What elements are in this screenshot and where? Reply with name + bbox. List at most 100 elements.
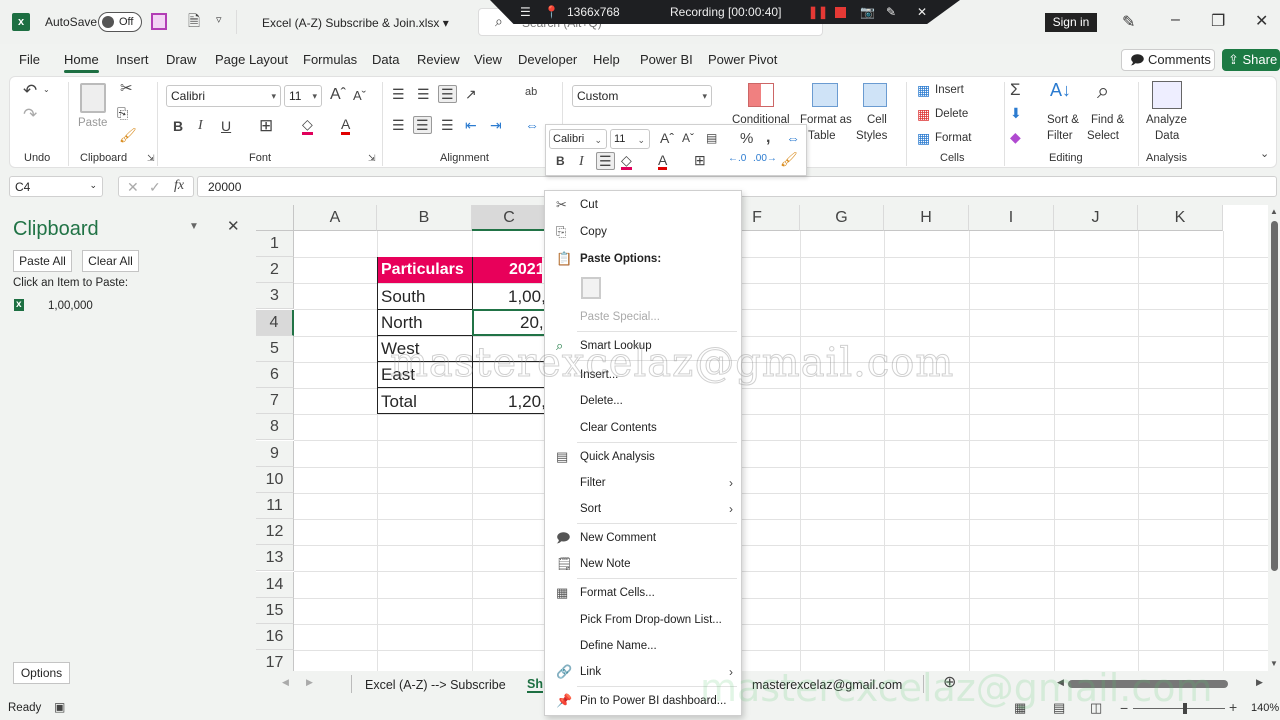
undo-dropdown-icon[interactable]: ⌄ bbox=[43, 86, 50, 94]
menu-item-pin-power-bi[interactable]: 📌 Pin to Power BI dashboard... bbox=[545, 689, 741, 713]
select-all-corner[interactable] bbox=[256, 205, 294, 231]
tab-help[interactable]: Help bbox=[593, 52, 620, 67]
zoom-slider[interactable] bbox=[1133, 708, 1225, 709]
table-cell[interactable]: Total bbox=[377, 389, 421, 415]
merge-center-icon[interactable]: ⇔ bbox=[525, 118, 539, 132]
sheet-tab-subscribe[interactable]: Excel (A-Z) --> Subscribe bbox=[365, 678, 506, 692]
worksheet-grid[interactable]: ABCDEFGHIJK 1234567891011121314151617 Pa… bbox=[256, 205, 1268, 671]
orientation-icon[interactable]: ↗ bbox=[465, 87, 477, 101]
close-icon[interactable]: ✕ bbox=[1255, 11, 1268, 31]
mini-font-color-icon[interactable]: A bbox=[658, 153, 668, 170]
save-icon[interactable] bbox=[151, 13, 167, 30]
delete-cells-icon[interactable]: ▦ bbox=[917, 107, 930, 121]
name-box[interactable]: C4 ⌄ bbox=[9, 176, 103, 197]
row-header[interactable]: 4 bbox=[256, 309, 294, 336]
sheet-tab-email[interactable]: masterexcelaz@gmail.com bbox=[752, 678, 902, 692]
mini-borders-icon[interactable]: ⊞ bbox=[694, 153, 706, 167]
font-name-combo[interactable]: Calibri ▾ bbox=[166, 85, 281, 107]
paste-all-button[interactable]: Paste All bbox=[13, 250, 72, 272]
stop-icon[interactable] bbox=[835, 7, 846, 18]
zoom-slider-thumb[interactable] bbox=[1183, 703, 1187, 714]
scroll-down-icon[interactable]: ▼ bbox=[1270, 659, 1278, 668]
mini-font-size[interactable]: 11 ⌄ bbox=[610, 129, 650, 149]
menu-item-copy[interactable]: ⎘ Copy bbox=[545, 220, 741, 244]
row-header[interactable]: 16 bbox=[256, 624, 294, 650]
paste-option-icon[interactable] bbox=[581, 277, 601, 299]
paste-icon[interactable] bbox=[80, 83, 106, 113]
cut-icon[interactable]: ✂ bbox=[120, 81, 133, 96]
hscroll-right-icon[interactable]: ▶ bbox=[1256, 678, 1263, 687]
tab-insert[interactable]: Insert bbox=[116, 52, 149, 67]
row-header[interactable]: 2 bbox=[256, 257, 294, 284]
row-header[interactable]: 11 bbox=[256, 493, 294, 519]
row-header[interactable]: 17 bbox=[256, 650, 294, 671]
tab-page-layout[interactable]: Page Layout bbox=[215, 52, 288, 67]
find-select-button[interactable]: Find & bbox=[1091, 113, 1124, 127]
font-launcher-icon[interactable]: ⇲ bbox=[368, 154, 376, 163]
row-header[interactable]: 15 bbox=[256, 597, 294, 624]
row-header[interactable]: 13 bbox=[256, 545, 294, 572]
row-header[interactable]: 14 bbox=[256, 571, 294, 598]
menu-item-paste-special[interactable]: Paste Special... bbox=[545, 305, 741, 329]
sheet-prev-icon[interactable]: ◀ bbox=[282, 678, 289, 687]
menu-item-clear-contents[interactable]: Clear Contents bbox=[545, 416, 741, 440]
column-header[interactable]: B bbox=[377, 205, 472, 231]
recorder-close-icon[interactable]: ✕ bbox=[917, 5, 927, 19]
column-header[interactable]: H bbox=[884, 205, 969, 231]
table-cell[interactable]: 1,20, bbox=[504, 389, 550, 415]
mini-increase-decimal-icon[interactable]: ←.0 bbox=[728, 154, 746, 164]
row-header[interactable]: 12 bbox=[256, 519, 294, 546]
enter-icon[interactable]: ✓ bbox=[149, 180, 161, 194]
sheet-next-icon[interactable]: ▶ bbox=[306, 678, 313, 687]
menu-item-smart-lookup[interactable]: ⌕ Smart Lookup bbox=[545, 334, 741, 358]
menu-item-define-name[interactable]: Define Name... bbox=[545, 634, 741, 658]
menu-item-link[interactable]: 🔗 Link › bbox=[545, 660, 741, 684]
delete-button[interactable]: Delete bbox=[935, 107, 968, 121]
format-painter-icon[interactable]: 🖌 bbox=[119, 128, 137, 142]
scroll-up-icon[interactable]: ▲ bbox=[1270, 207, 1278, 216]
column-header[interactable]: C bbox=[472, 205, 547, 231]
autosave-toggle[interactable]: Off bbox=[98, 12, 142, 32]
mini-bold-icon[interactable]: B bbox=[556, 155, 565, 167]
find-icon[interactable]: ⌕ bbox=[1097, 80, 1109, 102]
document-title[interactable]: Excel (A-Z) Subscribe & Join.xlsx ▾ bbox=[262, 16, 449, 30]
row-header[interactable]: 8 bbox=[256, 414, 294, 441]
analyze-data-icon[interactable] bbox=[1152, 81, 1182, 109]
menu-item-delete[interactable]: Delete... bbox=[545, 389, 741, 413]
analyze-data-button[interactable]: Analyze bbox=[1146, 113, 1187, 127]
comments-button[interactable]: 🗩 Comments bbox=[1121, 49, 1215, 71]
sign-in-button[interactable]: Sign in bbox=[1045, 13, 1097, 32]
mini-merge-icon[interactable]: ⇔ bbox=[786, 131, 800, 145]
pane-close-icon[interactable]: ✕ bbox=[227, 219, 240, 234]
tab-power-pivot[interactable]: Power Pivot bbox=[708, 52, 777, 67]
accessibility-icon[interactable]: ▣ bbox=[54, 701, 65, 713]
insert-cells-icon[interactable]: ▦ bbox=[917, 83, 930, 97]
zoom-in-icon[interactable]: + bbox=[1229, 700, 1237, 714]
mini-increase-font-icon[interactable]: Aˆ bbox=[660, 131, 674, 145]
menu-item-pick-dropdown[interactable]: Pick From Drop-down List... bbox=[545, 608, 741, 632]
menu-item-filter[interactable]: Filter › bbox=[545, 471, 741, 495]
row-header[interactable]: 6 bbox=[256, 362, 294, 388]
format-cells-icon[interactable]: ▦ bbox=[917, 131, 930, 145]
camera-icon[interactable]: 📷 bbox=[860, 5, 875, 19]
cell-styles-button[interactable]: Cell bbox=[867, 113, 887, 127]
mini-percent-icon[interactable]: % bbox=[740, 131, 753, 146]
zoom-level[interactable]: 140% bbox=[1251, 702, 1279, 714]
table-cell[interactable]: North bbox=[377, 310, 427, 336]
normal-view-icon[interactable]: ▦ bbox=[1014, 701, 1026, 714]
table-cell[interactable]: West bbox=[377, 336, 423, 362]
mini-decrease-font-icon[interactable]: Aˇ bbox=[682, 132, 694, 144]
menu-item-sort[interactable]: Sort › bbox=[545, 497, 741, 521]
pen-icon[interactable]: ✎ bbox=[1122, 12, 1135, 32]
mini-format-painter-icon[interactable]: 🖌 bbox=[780, 152, 798, 166]
pin-icon[interactable]: 📍 bbox=[544, 5, 559, 19]
sort-filter-icon[interactable]: A↓ bbox=[1050, 81, 1071, 99]
options-button[interactable]: Options bbox=[13, 662, 70, 684]
format-button[interactable]: Format bbox=[935, 131, 971, 145]
undo-icon[interactable]: ↶ bbox=[23, 82, 37, 99]
menu-item-new-note[interactable]: 🗒 New Note bbox=[545, 552, 741, 576]
row-header[interactable]: 3 bbox=[256, 283, 294, 310]
column-header[interactable]: G bbox=[800, 205, 884, 231]
mini-font-name[interactable]: Calibri ⌄ bbox=[549, 129, 607, 149]
clear-all-button[interactable]: Clear All bbox=[82, 250, 139, 272]
